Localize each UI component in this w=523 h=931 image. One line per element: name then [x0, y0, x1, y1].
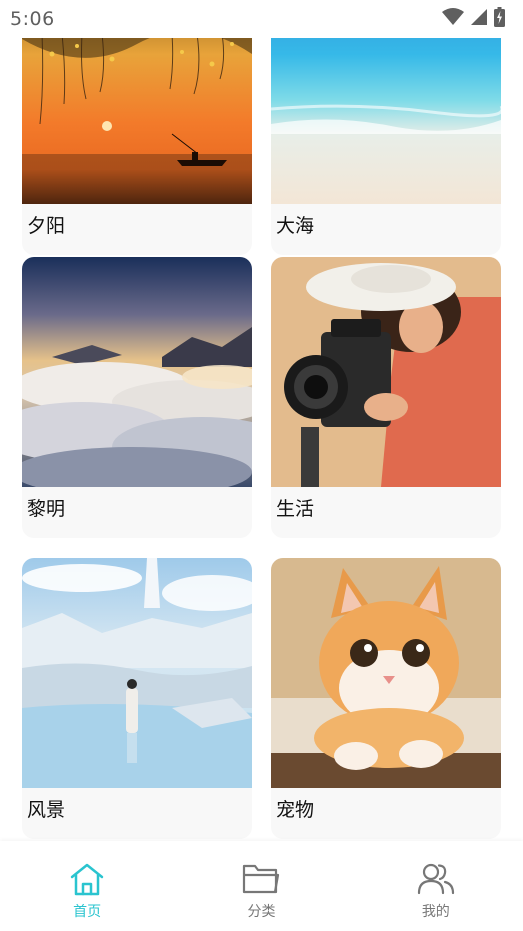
card-label: 风景: [27, 799, 66, 821]
status-bar: 5:06: [0, 0, 523, 38]
sunset-image: [22, 38, 252, 204]
card-label: 大海: [276, 215, 315, 237]
users-icon: [416, 859, 456, 899]
nav-category[interactable]: 分类: [174, 841, 348, 931]
card-label: 生活: [276, 498, 315, 520]
nav-home-label: 首页: [73, 904, 102, 920]
dawn-image: [22, 257, 252, 487]
image-grid: 夕阳 大海 黎明 生活 风景 宠物: [0, 38, 523, 841]
home-icon: [67, 859, 107, 899]
battery-charging-icon: [494, 7, 505, 31]
nav-mine[interactable]: 我的: [349, 841, 523, 931]
card-dawn[interactable]: 黎明: [22, 257, 252, 538]
card-pet[interactable]: 宠物: [271, 558, 501, 839]
card-label: 宠物: [276, 799, 315, 821]
life-image: [271, 257, 501, 487]
wifi-icon: [442, 8, 464, 30]
card-sunset[interactable]: 夕阳: [22, 38, 252, 255]
scenery-image: [22, 558, 252, 788]
card-life[interactable]: 生活: [271, 257, 501, 538]
status-time: 5:06: [10, 8, 55, 30]
nav-mine-label: 我的: [421, 904, 450, 920]
pet-image: [271, 558, 501, 788]
card-scenery[interactable]: 风景: [22, 558, 252, 839]
folder-icon: [241, 859, 281, 899]
card-label: 夕阳: [27, 215, 66, 237]
bottom-nav: 首页 分类 我的: [0, 841, 523, 931]
signal-icon: [470, 8, 488, 30]
card-label: 黎明: [27, 498, 66, 520]
app-screen: 5:06 夕阳 大海 黎明 生活 风景 宠物 首页 分类 我的: [0, 0, 523, 931]
nav-category-label: 分类: [247, 904, 276, 920]
status-icons: [442, 7, 505, 31]
card-sea[interactable]: 大海: [271, 38, 501, 255]
nav-home[interactable]: 首页: [0, 841, 174, 931]
sea-image: [271, 38, 501, 204]
